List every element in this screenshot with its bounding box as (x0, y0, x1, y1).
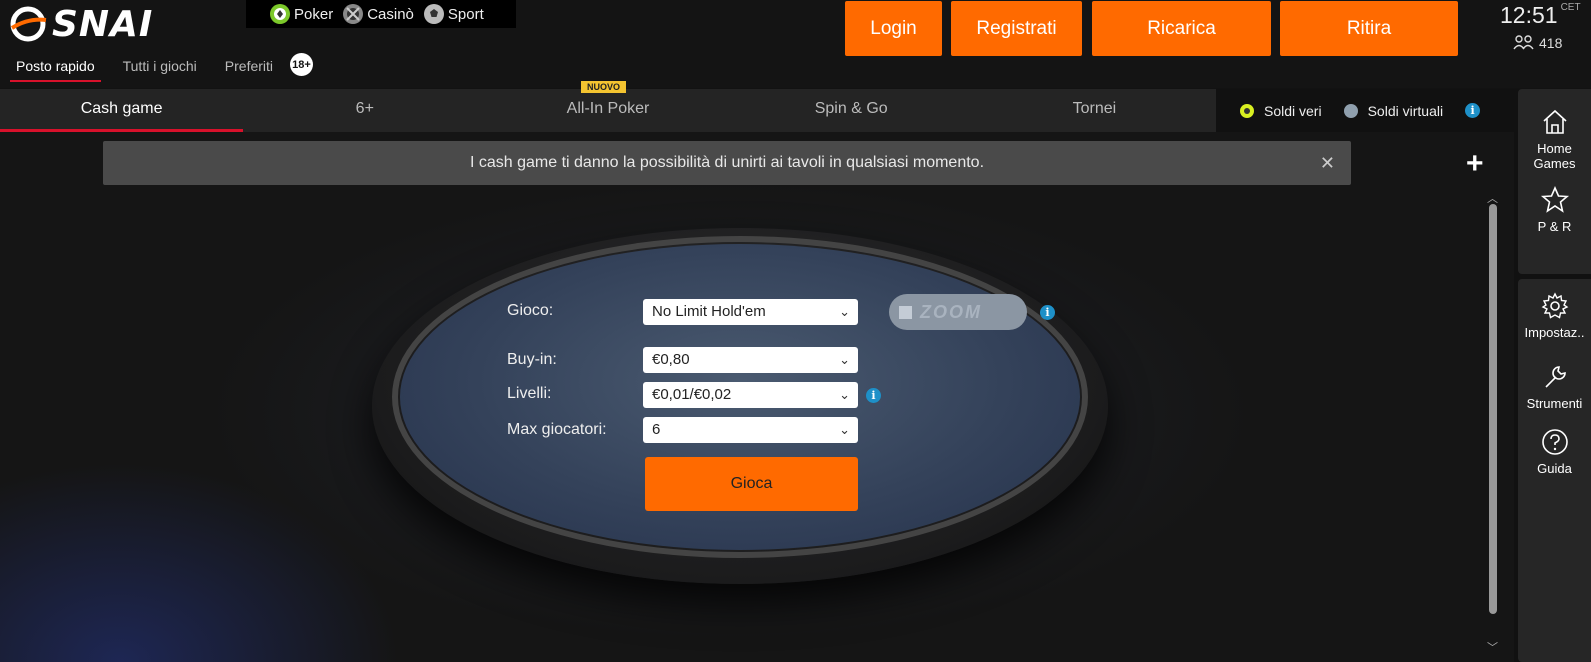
game-label: Gioco: (507, 302, 554, 319)
clock-time: 12:51 (1500, 2, 1558, 28)
radio-real-money[interactable]: Soldi veri (1240, 103, 1322, 119)
background-glow (0, 462, 400, 662)
product-label: Casinò (367, 5, 414, 23)
radio-button[interactable] (1343, 103, 1358, 118)
game-type-tabs: Cash game 6+ NUOVO All-In Poker Spin & G… (0, 81, 1216, 132)
game-select[interactable]: No Limit Hold'em ⌄ (643, 299, 858, 325)
sidebar-item-settings[interactable]: Impostaz.. (1518, 291, 1591, 340)
gear-icon (1541, 292, 1568, 319)
tab-6plus[interactable]: 6+ (243, 89, 486, 132)
radio-virtual-money[interactable]: Soldi virtuali (1343, 102, 1444, 119)
levels-info-icon[interactable]: i (866, 388, 881, 403)
scrollbar[interactable]: ︿ ﹀ (1485, 190, 1501, 655)
players-online: 418 (1513, 35, 1562, 51)
timezone-label: CET (1560, 2, 1581, 13)
tab-label: Tornei (1072, 100, 1117, 117)
sidebar-item-pr[interactable]: P & R (1518, 185, 1591, 234)
snai-logo[interactable]: SNAI (8, 3, 154, 45)
tab-tournaments[interactable]: Tornei (973, 89, 1216, 132)
product-casino[interactable]: Casinò (341, 2, 414, 26)
product-label: Sport (447, 5, 484, 23)
product-poker[interactable]: Poker (268, 2, 333, 26)
wrench-icon (1544, 366, 1566, 388)
sidebar-item-home-games[interactable]: Home Games (1518, 107, 1591, 171)
levels-select-value: €0,01/€0,02 (652, 386, 732, 403)
play-button[interactable]: Gioca (645, 457, 858, 511)
zoom-label: ZOOM (920, 301, 982, 322)
tab-label: All-In Poker (566, 100, 650, 117)
age-restriction-badge: 18+ (290, 53, 313, 76)
levels-select[interactable]: €0,01/€0,02 ⌄ (643, 382, 858, 408)
info-icon[interactable]: i (1465, 103, 1481, 118)
buyin-select-value: €0,80 (652, 351, 690, 368)
players-count: 418 (1539, 35, 1563, 51)
sidebar-label: Strumenti (1526, 396, 1583, 411)
subnav-quick-seat[interactable]: Posto rapido (10, 58, 101, 82)
subnav-all-games[interactable]: Tutti i giochi (117, 58, 203, 82)
product-switcher: Poker Casinò Sport (246, 0, 516, 28)
star-icon (1540, 186, 1569, 213)
withdraw-button[interactable]: Ritira (1280, 1, 1458, 56)
sub-navigation: Posto rapido Tutti i giochi Preferiti (10, 58, 279, 82)
tab-cash-game[interactable]: Cash game (0, 89, 244, 132)
chevron-down-icon: ⌄ (839, 352, 850, 367)
help-icon (1541, 429, 1568, 455)
chevron-down-icon: ⌄ (839, 422, 850, 437)
subnav-favorites[interactable]: Preferiti (219, 58, 279, 82)
sidebar-group-bottom: Impostaz.. Strumenti Guida (1518, 279, 1591, 662)
clock: 12:51 CET (1500, 2, 1581, 29)
sidebar-label: Impostaz.. (1524, 325, 1585, 340)
tab-label: 6+ (355, 100, 374, 117)
login-button[interactable]: Login (845, 1, 942, 56)
info-banner: I cash game ti danno la possibilità di u… (103, 141, 1351, 185)
zoom-toggle[interactable]: ZOOM (889, 294, 1027, 330)
close-icon[interactable]: ✕ (1320, 153, 1335, 174)
casino-icon (343, 4, 364, 24)
radio-label: Soldi virtuali (1367, 102, 1444, 119)
sidebar-item-help[interactable]: Guida (1518, 427, 1591, 476)
topup-button[interactable]: Ricarica (1092, 1, 1271, 56)
logo-text: SNAI (52, 3, 154, 45)
radio-button-selected[interactable] (1240, 103, 1254, 118)
tab-label: Cash game (80, 100, 163, 117)
sidebar-label: Home Games (1533, 141, 1576, 171)
scroll-thumb[interactable] (1489, 204, 1497, 614)
buyin-select[interactable]: €0,80 ⌄ (643, 347, 858, 373)
product-label: Poker (294, 5, 334, 23)
radio-label: Soldi veri (1264, 102, 1322, 119)
toggle-knob (899, 305, 912, 319)
snai-logo-icon (10, 6, 47, 42)
right-sidebar: Home Games P & R Impostaz.. Strumenti Gu… (1514, 89, 1591, 662)
top-header: SNAI Poker Casinò Sport Posto rapido Tut… (0, 0, 1591, 88)
register-button[interactable]: Registrati (951, 1, 1082, 56)
tab-spin-and-go[interactable]: Spin & Go (730, 89, 973, 132)
money-mode-selector: Soldi veri Soldi virtuali i (1216, 89, 1514, 132)
product-sport[interactable]: Sport (422, 2, 484, 26)
football-icon (423, 4, 444, 24)
max-players-select[interactable]: 6 ⌄ (643, 417, 858, 443)
game-select-value: No Limit Hold'em (652, 303, 766, 320)
chevron-down-icon: ⌄ (839, 304, 850, 319)
users-icon (1513, 35, 1534, 50)
max-players-select-value: 6 (652, 421, 661, 438)
new-badge: NUOVO (580, 81, 627, 93)
buyin-label: Buy-in: (507, 351, 557, 368)
zoom-info-icon[interactable]: i (1040, 305, 1055, 320)
poker-chip-icon (270, 4, 290, 24)
sidebar-label: Guida (1537, 461, 1572, 476)
scroll-down-icon[interactable]: ﹀ (1487, 639, 1498, 655)
tab-all-in-poker[interactable]: NUOVO All-In Poker (486, 81, 729, 132)
add-icon[interactable]: + (1466, 147, 1484, 181)
chevron-down-icon: ⌄ (839, 387, 850, 402)
banner-text: I cash game ti danno la possibilità di u… (469, 154, 985, 171)
sidebar-label: P & R (1537, 219, 1572, 234)
sidebar-item-tools[interactable]: Strumenti (1518, 362, 1591, 411)
max-players-label: Max giocatori: (507, 421, 607, 438)
house-icon (1542, 109, 1567, 134)
tab-label: Spin & Go (814, 100, 888, 117)
levels-label: Livelli: (507, 385, 552, 402)
sidebar-group-top: Home Games P & R (1518, 89, 1591, 274)
quick-seat-panel: I cash game ti danno la possibilità di u… (0, 132, 1514, 662)
